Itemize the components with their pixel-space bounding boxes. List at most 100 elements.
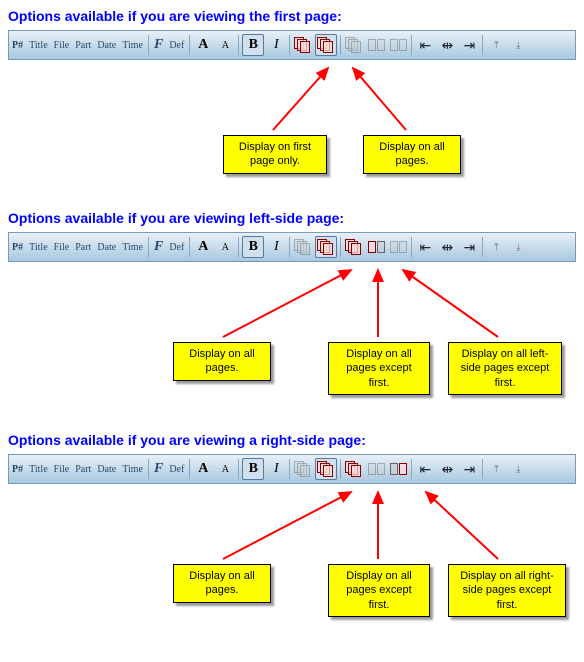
right-pages-button [388, 237, 408, 257]
font-small-button[interactable]: A [215, 459, 235, 479]
dual-page-icon [368, 241, 385, 253]
all-pages-button[interactable] [315, 458, 337, 480]
valign-bottom-icon: ⤓ [516, 40, 520, 51]
page-stack-icon [294, 461, 312, 477]
valign-bottom-icon: ⤓ [516, 464, 520, 475]
left-pages-except-first-button[interactable] [366, 237, 386, 257]
toolbar: P# Title File Part Date Time F Def A A B… [8, 454, 576, 484]
align-left-button[interactable]: ⇤ [415, 35, 435, 55]
font-small-button[interactable]: A [215, 237, 235, 257]
first-page-only-button [293, 459, 313, 479]
page-stack-icon [345, 461, 363, 477]
align-center-icon: ⇹ [441, 461, 453, 478]
valign-top-button: ⤒ [486, 459, 506, 479]
dual-page-icon [390, 241, 407, 253]
font-large-button[interactable]: A [193, 35, 213, 55]
font-icon[interactable]: F [151, 233, 166, 261]
font-icon[interactable]: F [151, 31, 166, 59]
callout-right-except-first: Display on all right-side pages except f… [448, 564, 566, 617]
align-left-icon: ⇤ [419, 461, 431, 478]
separator [289, 35, 290, 55]
first-page-only-button[interactable] [293, 35, 313, 55]
callout-left-except-first: Display on all left-side pages except fi… [448, 342, 562, 395]
valign-bottom-button: ⤓ [508, 459, 528, 479]
time-field[interactable]: Time [119, 233, 146, 261]
valign-bottom-icon: ⤓ [516, 242, 520, 253]
separator [189, 459, 190, 479]
align-right-button[interactable]: ⇥ [459, 459, 479, 479]
page-number-field[interactable]: P# [9, 233, 26, 261]
left-pages-button [366, 35, 386, 55]
align-right-icon: ⇥ [463, 37, 475, 54]
date-field[interactable]: Date [94, 233, 119, 261]
annotation-area: Display on all pages. Display on all pag… [8, 484, 576, 624]
align-center-button[interactable]: ⇹ [437, 459, 457, 479]
part-field[interactable]: Part [72, 455, 94, 483]
time-field[interactable]: Time [119, 31, 146, 59]
bold-button[interactable]: B [242, 458, 264, 480]
title-field[interactable]: Title [26, 233, 51, 261]
dual-page-icon [390, 463, 407, 475]
page-number-field[interactable]: P# [9, 455, 26, 483]
align-center-button[interactable]: ⇹ [437, 35, 457, 55]
align-right-button[interactable]: ⇥ [459, 35, 479, 55]
dual-page-icon [368, 39, 385, 51]
section-title: Options available if you are viewing the… [8, 8, 576, 24]
part-field[interactable]: Part [72, 233, 94, 261]
separator [411, 237, 412, 257]
align-center-button[interactable]: ⇹ [437, 237, 457, 257]
except-first-button[interactable] [344, 459, 364, 479]
italic-button[interactable]: I [266, 35, 286, 55]
valign-bottom-button: ⤓ [508, 35, 528, 55]
annotation-area: Display on first page only. Display on a… [8, 60, 576, 180]
separator [238, 237, 239, 257]
font-small-button[interactable]: A [215, 35, 235, 55]
time-field[interactable]: Time [119, 455, 146, 483]
separator [148, 459, 149, 479]
font-large-button[interactable]: A [193, 459, 213, 479]
right-pages-button [388, 35, 408, 55]
except-first-button [344, 35, 364, 55]
file-field[interactable]: File [51, 455, 73, 483]
part-field[interactable]: Part [72, 31, 94, 59]
date-field[interactable]: Date [94, 455, 119, 483]
bold-button[interactable]: B [242, 236, 264, 258]
file-field[interactable]: File [51, 31, 73, 59]
separator [289, 459, 290, 479]
callout-first-page-only: Display on first page only. [223, 135, 327, 174]
all-pages-button[interactable] [315, 34, 337, 56]
title-field[interactable]: Title [26, 455, 51, 483]
align-right-button[interactable]: ⇥ [459, 237, 479, 257]
separator [238, 459, 239, 479]
def-field[interactable]: Def [166, 31, 187, 59]
italic-button[interactable]: I [266, 459, 286, 479]
align-left-button[interactable]: ⇤ [415, 237, 435, 257]
font-large-button[interactable]: A [193, 237, 213, 257]
page-number-field[interactable]: P# [9, 31, 26, 59]
def-field[interactable]: Def [166, 233, 187, 261]
toolbar: P# Title File Part Date Time F Def A A B… [8, 30, 576, 60]
valign-top-icon: ⤒ [494, 464, 498, 475]
section-first-page: Options available if you are viewing the… [8, 8, 576, 180]
align-right-icon: ⇥ [463, 239, 475, 256]
page-stack-icon [294, 239, 312, 255]
bold-button[interactable]: B [242, 34, 264, 56]
italic-button[interactable]: I [266, 237, 286, 257]
except-first-button[interactable] [344, 237, 364, 257]
right-pages-except-first-button[interactable] [388, 459, 408, 479]
valign-top-button: ⤒ [486, 237, 506, 257]
file-field[interactable]: File [51, 233, 73, 261]
section-right-page: Options available if you are viewing a r… [8, 432, 576, 624]
separator [482, 35, 483, 55]
date-field[interactable]: Date [94, 31, 119, 59]
valign-top-icon: ⤒ [494, 242, 498, 253]
section-left-page: Options available if you are viewing lef… [8, 210, 576, 402]
title-field[interactable]: Title [26, 31, 51, 59]
def-field[interactable]: Def [166, 455, 187, 483]
font-icon[interactable]: F [151, 455, 166, 483]
align-center-icon: ⇹ [441, 37, 453, 54]
align-left-button[interactable]: ⇤ [415, 459, 435, 479]
all-pages-button[interactable] [315, 236, 337, 258]
callout-all-pages: Display on all pages. [363, 135, 461, 174]
align-center-icon: ⇹ [441, 239, 453, 256]
